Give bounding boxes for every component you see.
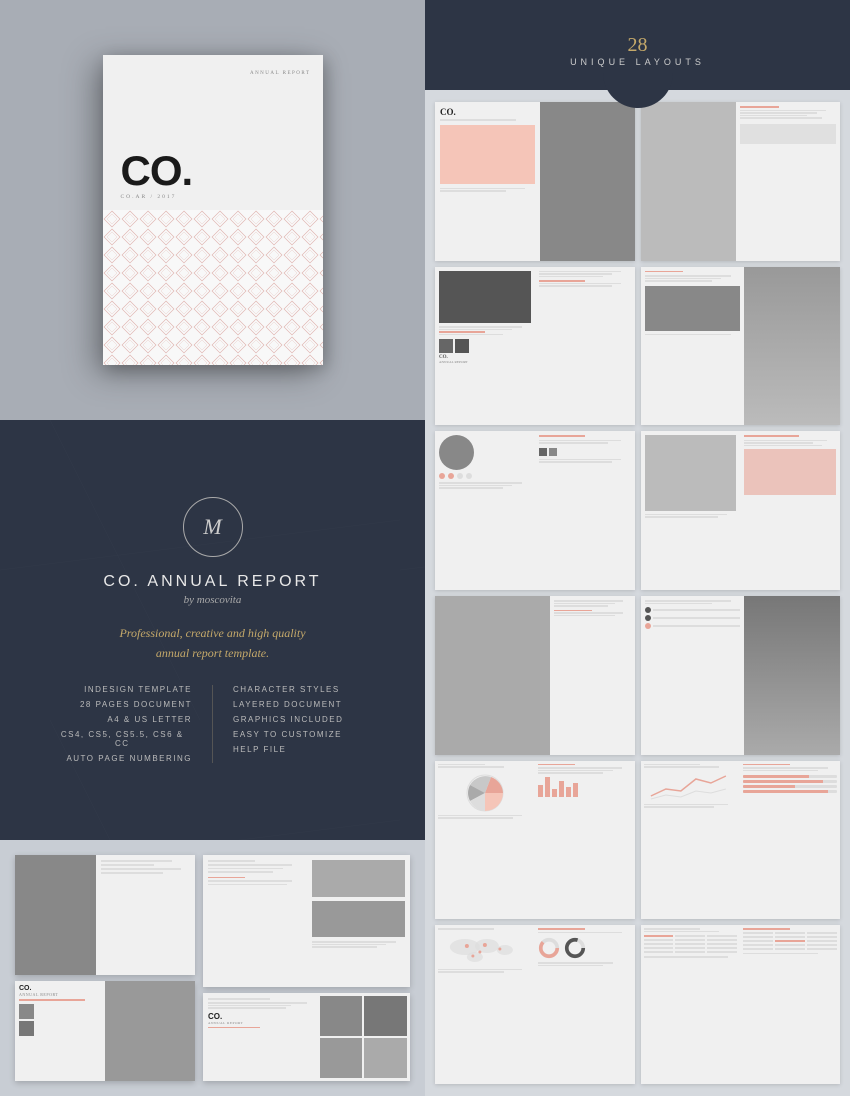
spread-wide-bottom: CO. ANNUAL REPORT	[203, 993, 410, 1081]
feature-numbering: AUTO PAGE NUMBERING	[66, 754, 192, 763]
spread-page-bottom: CO. ANNUAL REPORT	[15, 981, 195, 1081]
feature-layered: LAYERED DOCUMENT	[233, 700, 342, 709]
feature-pages: 28 PAGES DOCUMENT	[80, 700, 192, 709]
feature-char-styles: CHARACTER STYLES	[233, 685, 340, 694]
thumb-8	[641, 596, 841, 755]
thumb-7	[435, 596, 635, 755]
feature-cs: CS4, CS5, CS5.5, CS6 & CC	[53, 730, 193, 748]
page-left-half	[15, 855, 96, 975]
layouts-label: UNIQUE LAYOUTS	[570, 57, 705, 67]
page-right-half	[96, 855, 195, 975]
left-panel: ANNUAL REPORT CO. CO.AR / 2017	[0, 0, 425, 1096]
feature-graphics: GRAPHICS INCLUDED	[233, 715, 343, 724]
spread-left: CO. ANNUAL REPORT	[15, 855, 195, 1081]
logo-circle: M	[183, 497, 243, 557]
feature-help: HELP FILE	[233, 745, 286, 754]
spread-right: CO. ANNUAL REPORT	[203, 855, 410, 1081]
feature-customize: EASY TO CUSTOMIZE	[233, 730, 342, 739]
thumb-1: CO.	[435, 102, 635, 261]
spread-wide-top	[203, 855, 410, 987]
cover-annual-report-text: ANNUAL REPORT	[250, 70, 311, 78]
features-left-col: INDESIGN TEMPLATE 28 PAGES DOCUMENT A4 &…	[53, 685, 208, 763]
by-author: by moscovita	[184, 594, 242, 606]
right-panel: 28 UNIQUE LAYOUTS CO.	[425, 0, 850, 1096]
thumb-10	[641, 761, 841, 920]
page-co-info: CO. ANNUAL REPORT	[15, 981, 105, 1081]
book-cover: ANNUAL REPORT CO. CO.AR / 2017	[103, 55, 323, 365]
layouts-number: 28	[628, 34, 648, 57]
thumbnails-grid: CO.	[425, 90, 850, 1096]
thumb-2	[641, 102, 841, 261]
page-dark-photo	[105, 981, 195, 1081]
thumb-5	[435, 431, 635, 590]
logo-m-icon: M	[203, 514, 221, 540]
thumb-12	[641, 925, 841, 1084]
thumb-6	[641, 431, 841, 590]
features-grid: INDESIGN TEMPLATE 28 PAGES DOCUMENT A4 &…	[53, 685, 373, 763]
feature-indesign: INDESIGN TEMPLATE	[84, 685, 192, 694]
features-divider	[212, 685, 213, 763]
cover-co-text: CO.	[121, 150, 305, 192]
thumb-4	[641, 267, 841, 426]
spread-section: CO. ANNUAL REPORT	[0, 840, 425, 1096]
cover-subtitle: CO.AR / 2017	[121, 194, 305, 200]
cover-section: ANNUAL REPORT CO. CO.AR / 2017	[0, 0, 425, 420]
thumb-3: CO. ANNUAL REPORT	[435, 267, 635, 426]
product-title: CO. ANNUAL REPORT	[103, 573, 321, 591]
thumb-11	[435, 925, 635, 1084]
thumb-9	[435, 761, 635, 920]
tagline-text: Professional, creative and high qualitya…	[119, 624, 305, 662]
right-header: 28 UNIQUE LAYOUTS	[425, 0, 850, 90]
cover-pattern	[103, 210, 323, 365]
cover-top: ANNUAL REPORT CO. CO.AR / 2017	[103, 55, 323, 210]
info-section: M CO. ANNUAL REPORT by moscovita Profess…	[0, 420, 425, 840]
features-right-col: CHARACTER STYLES LAYERED DOCUMENT GRAPHI…	[218, 685, 373, 763]
spread-page-top	[15, 855, 195, 975]
feature-paper: A4 & US LETTER	[107, 715, 192, 724]
